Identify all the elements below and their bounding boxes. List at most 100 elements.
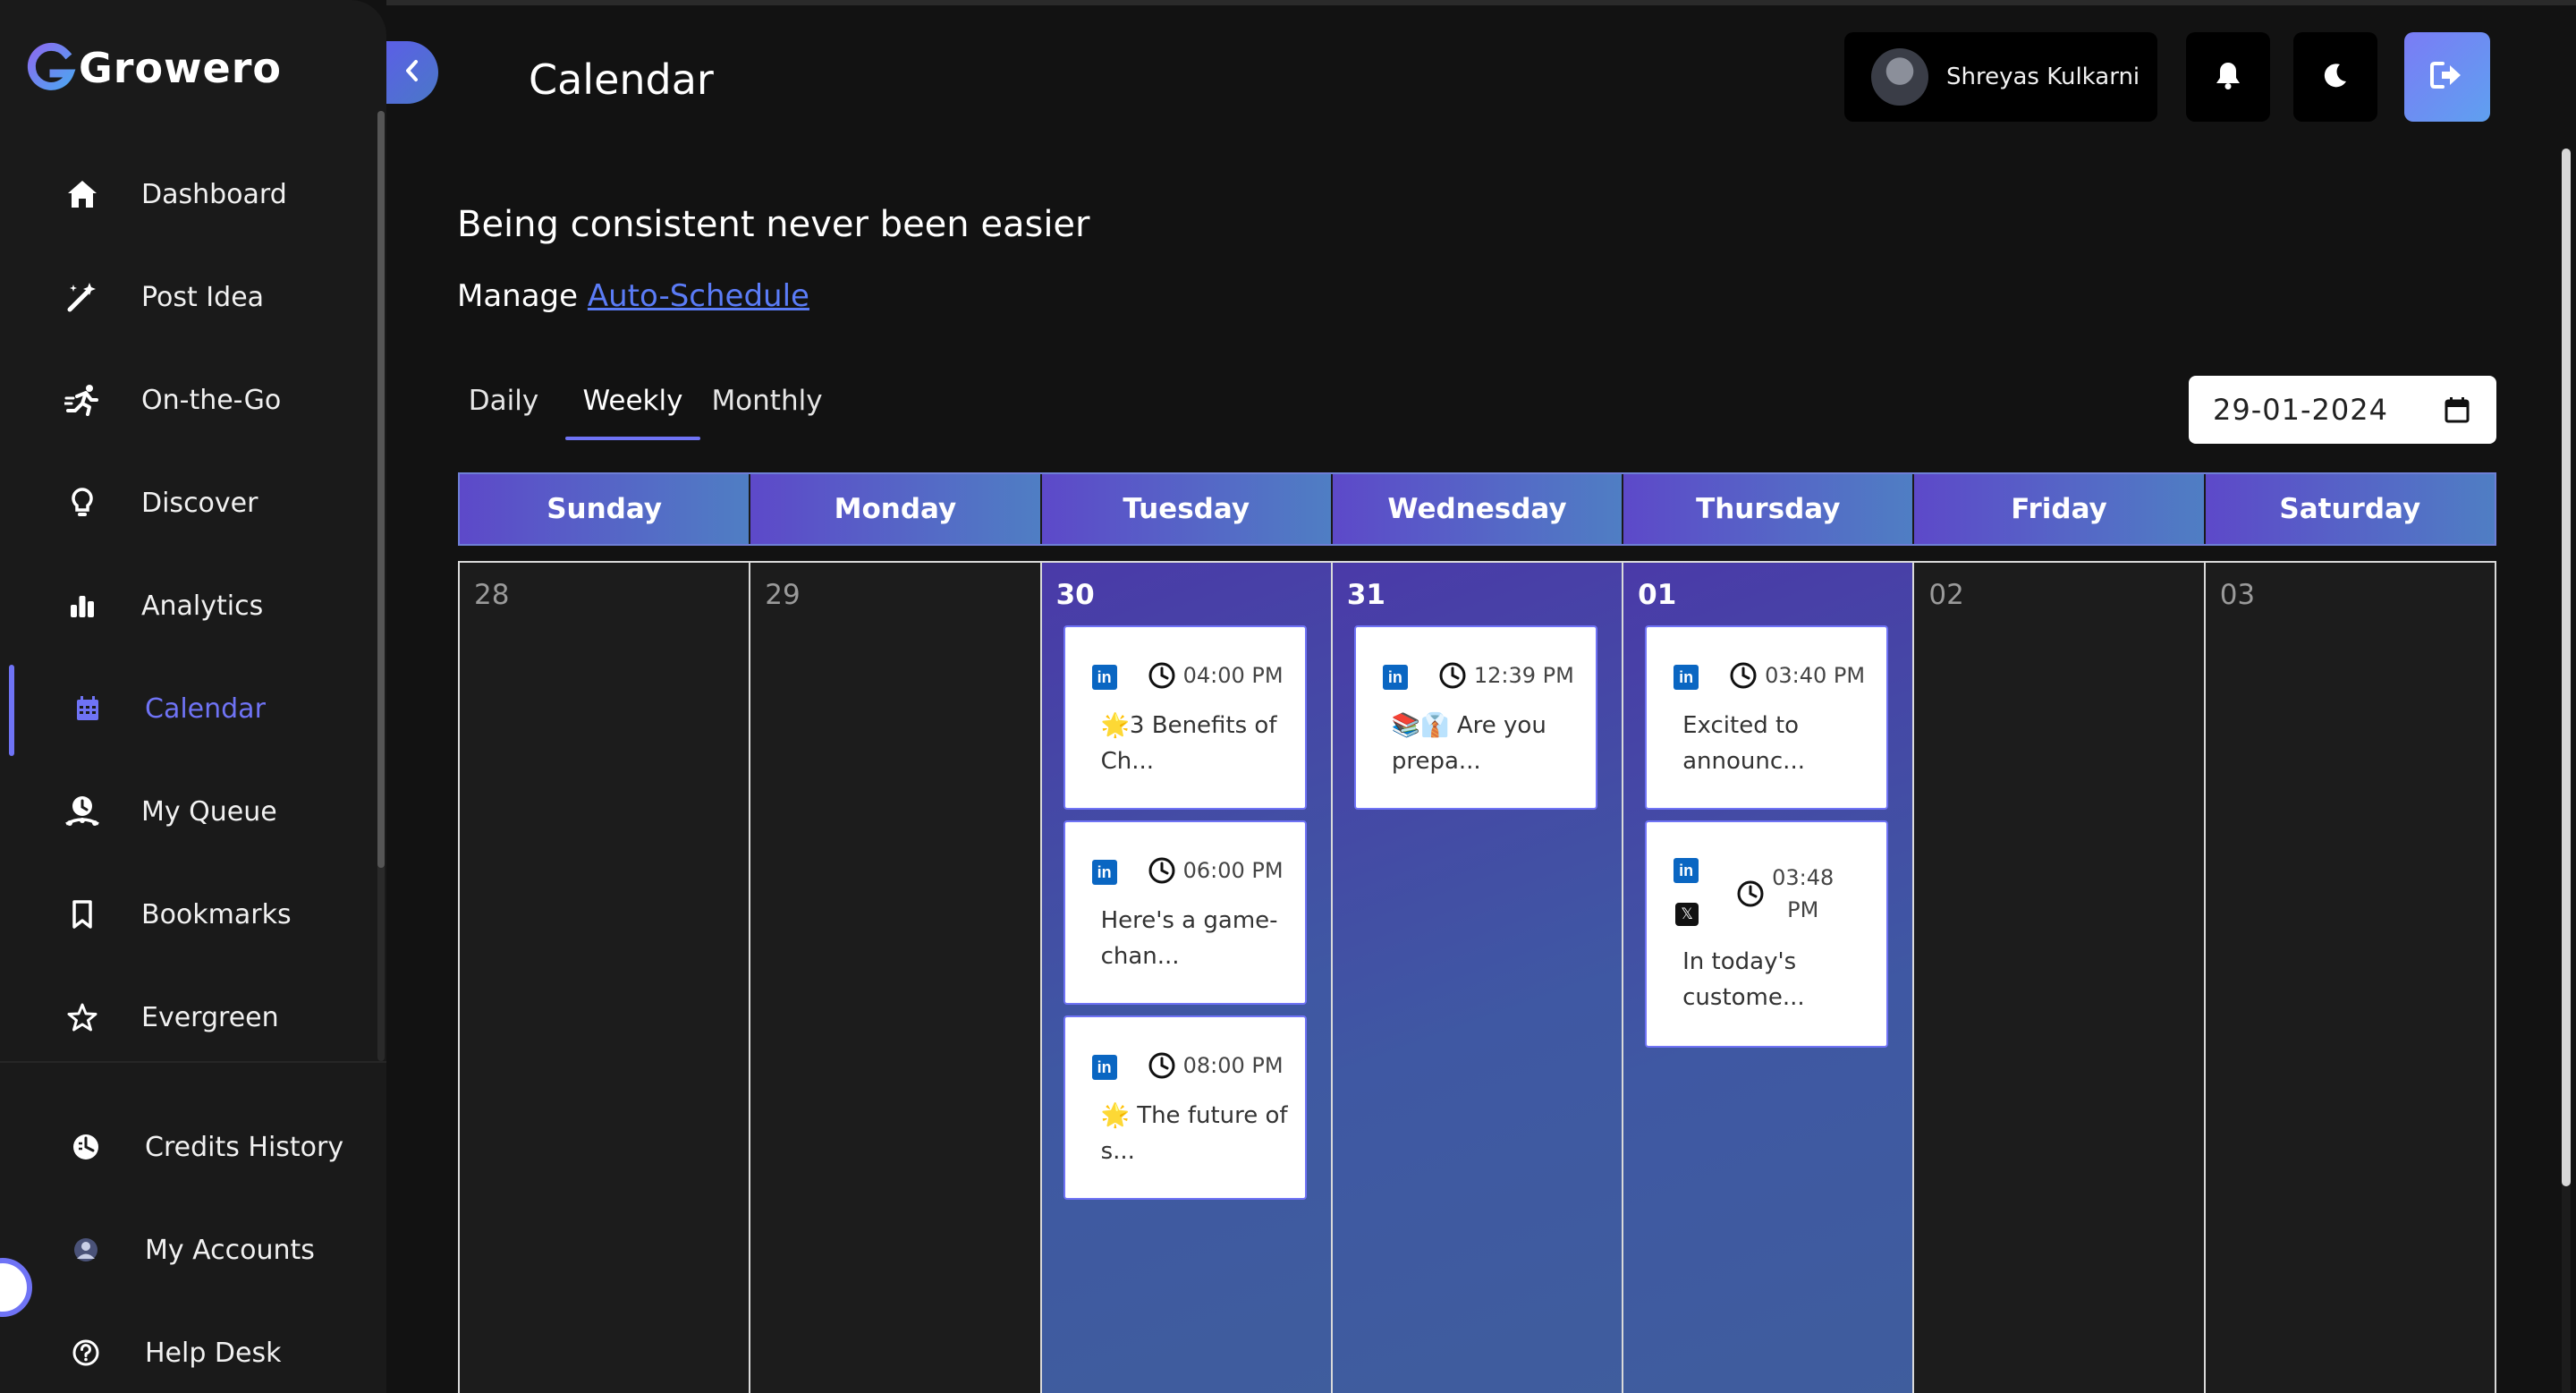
- weekday-monday: Monday: [750, 474, 1042, 544]
- clock-icon: [1737, 880, 1764, 907]
- date-picker-input[interactable]: 29-01-2024: [2189, 376, 2496, 444]
- tab-daily[interactable]: Daily: [459, 385, 548, 438]
- clock-icon: [1148, 662, 1175, 689]
- chevron-left-icon: [403, 59, 421, 86]
- calendar-picker-icon[interactable]: [2445, 396, 2470, 427]
- active-tab-indicator: [565, 437, 700, 440]
- sidebar-item-on-the-go[interactable]: On-the-Go: [0, 355, 376, 445]
- day-cell-saturday[interactable]: 03: [2205, 563, 2495, 1393]
- auto-schedule-link[interactable]: Auto-Schedule: [588, 278, 809, 314]
- user-profile-button[interactable]: Shreyas Kulkarni: [1844, 32, 2157, 122]
- manage-prefix: Manage: [457, 278, 579, 314]
- queue-icon: [64, 794, 100, 829]
- notifications-button[interactable]: [2186, 32, 2270, 122]
- weekday-tuesday: Tuesday: [1041, 474, 1333, 544]
- tab-weekly[interactable]: Weekly: [565, 385, 700, 438]
- sidebar-item-dashboard[interactable]: Dashboard: [0, 149, 376, 239]
- bar-chart-icon: [64, 588, 100, 624]
- home-icon: [64, 176, 100, 212]
- post-preview: Excited to announc...: [1682, 712, 1805, 775]
- credits-icon: [68, 1129, 104, 1165]
- headline: Being consistent never been easier: [457, 204, 1090, 245]
- sidebar-item-label: Analytics: [141, 590, 264, 622]
- day-cell-monday[interactable]: 29: [750, 563, 1042, 1393]
- sidebar-item-my-accounts[interactable]: My Accounts: [0, 1205, 376, 1295]
- bell-icon: [2214, 60, 2242, 94]
- post-time: 12:39 PM: [1438, 661, 1574, 690]
- manage-line: Manage Auto-Schedule: [457, 278, 809, 314]
- post-preview: In today's custome...: [1682, 948, 1805, 1011]
- star-icon: [64, 999, 100, 1035]
- linkedin-icon: in: [1091, 665, 1117, 690]
- sidebar-item-label: My Queue: [141, 795, 277, 828]
- sidebar-item-label: Evergreen: [141, 1001, 279, 1033]
- active-indicator: [9, 665, 14, 756]
- sidebar-item-label: Help Desk: [145, 1337, 282, 1369]
- weekday-saturday: Saturday: [2205, 474, 2495, 544]
- tab-monthly[interactable]: Monthly: [707, 385, 827, 438]
- day-cell-thursday[interactable]: 01 in 03:40 PM Excited to announc... in …: [1623, 563, 1915, 1393]
- sidebar-item-evergreen[interactable]: Evergreen: [0, 973, 376, 1062]
- sidebar-item-discover[interactable]: Discover: [0, 458, 376, 548]
- scheduled-post-card[interactable]: in 04:00 PM 🌟3 Benefits of Ch...: [1063, 625, 1307, 810]
- linkedin-icon: in: [1674, 858, 1699, 883]
- sidebar-item-help-desk[interactable]: Help Desk: [0, 1308, 376, 1393]
- page-title: Calendar: [529, 55, 714, 104]
- account-avatar-icon: [68, 1232, 104, 1268]
- day-number: 29: [765, 579, 801, 611]
- dark-mode-toggle[interactable]: [2293, 32, 2377, 122]
- date-value: 29-01-2024: [2213, 393, 2388, 427]
- clock-icon: [1148, 1052, 1175, 1079]
- day-number: 31: [1346, 579, 1385, 611]
- post-time: 03:48 PM: [1736, 862, 1834, 926]
- help-icon: [68, 1335, 104, 1371]
- sidebar-item-bookmarks[interactable]: Bookmarks: [0, 870, 376, 959]
- calendar-week-grid: 28 29 30 in 04:00 PM 🌟3 Benefits of Ch..…: [458, 561, 2496, 1393]
- calendar-icon: [70, 691, 106, 726]
- post-preview: 📚👔 Are you prepa...: [1391, 712, 1546, 775]
- magic-wand-icon: [64, 279, 100, 315]
- sidebar: Growero Dashboard Post Idea On-the-Go Di…: [0, 0, 386, 1393]
- sidebar-item-credits-history[interactable]: Credits History: [0, 1102, 376, 1192]
- sidebar-item-label: On-the-Go: [141, 384, 282, 416]
- sidebar-item-label: My Accounts: [145, 1234, 315, 1266]
- day-cell-sunday[interactable]: 28: [460, 563, 751, 1393]
- sidebar-scrollbar[interactable]: [377, 111, 385, 1061]
- brand-logo[interactable]: Growero: [27, 32, 282, 104]
- day-number: 01: [1638, 579, 1677, 611]
- weekday-sunday: Sunday: [460, 474, 751, 544]
- scheduled-post-card[interactable]: in 12:39 PM 📚👔 Are you prepa...: [1353, 625, 1597, 810]
- day-cell-friday[interactable]: 02: [1914, 563, 2206, 1393]
- scheduled-post-card[interactable]: in 06:00 PM Here's a game-chan...: [1063, 820, 1307, 1005]
- sidebar-item-post-idea[interactable]: Post Idea: [0, 252, 376, 342]
- sidebar-item-calendar[interactable]: Calendar: [0, 664, 376, 753]
- scheduled-post-card[interactable]: in 08:00 PM 🌟 The future of s...: [1063, 1015, 1307, 1200]
- sidebar-item-analytics[interactable]: Analytics: [0, 561, 376, 650]
- sidebar-item-label: Credits History: [145, 1131, 344, 1163]
- day-cell-wednesday[interactable]: 31 in 12:39 PM 📚👔 Are you prepa...: [1332, 563, 1624, 1393]
- main-scrollbar[interactable]: [2562, 149, 2571, 1393]
- moon-icon: [2322, 62, 2349, 92]
- clock-icon: [1439, 662, 1466, 689]
- linkedin-icon: in: [1674, 665, 1699, 690]
- clock-icon: [1730, 662, 1757, 689]
- sidebar-item-my-queue[interactable]: My Queue: [0, 767, 376, 856]
- scheduled-post-card[interactable]: in 𝕏 03:48 PM In today's custome...: [1645, 820, 1889, 1048]
- linkedin-icon: in: [1382, 665, 1408, 690]
- linkedin-icon: in: [1091, 860, 1117, 885]
- sidebar-bottom-nav: Credits History My Accounts Help Desk: [0, 1061, 386, 1393]
- day-number: 30: [1055, 579, 1095, 611]
- scheduled-post-card[interactable]: in 03:40 PM Excited to announc...: [1645, 625, 1889, 810]
- post-preview: Here's a game-chan...: [1100, 907, 1278, 970]
- logout-button[interactable]: [2404, 32, 2490, 122]
- brand-name: Growero: [79, 44, 283, 92]
- day-number: 03: [2219, 579, 2256, 611]
- post-time: 03:40 PM: [1729, 661, 1865, 690]
- logout-icon: [2430, 60, 2464, 94]
- sidebar-item-label: Bookmarks: [141, 898, 292, 930]
- bookmark-icon: [64, 896, 100, 932]
- lightbulb-icon: [64, 485, 100, 521]
- post-time: 04:00 PM: [1148, 661, 1284, 690]
- day-cell-tuesday[interactable]: 30 in 04:00 PM 🌟3 Benefits of Ch... in 0…: [1041, 563, 1333, 1393]
- sidebar-collapse-button[interactable]: [386, 41, 438, 104]
